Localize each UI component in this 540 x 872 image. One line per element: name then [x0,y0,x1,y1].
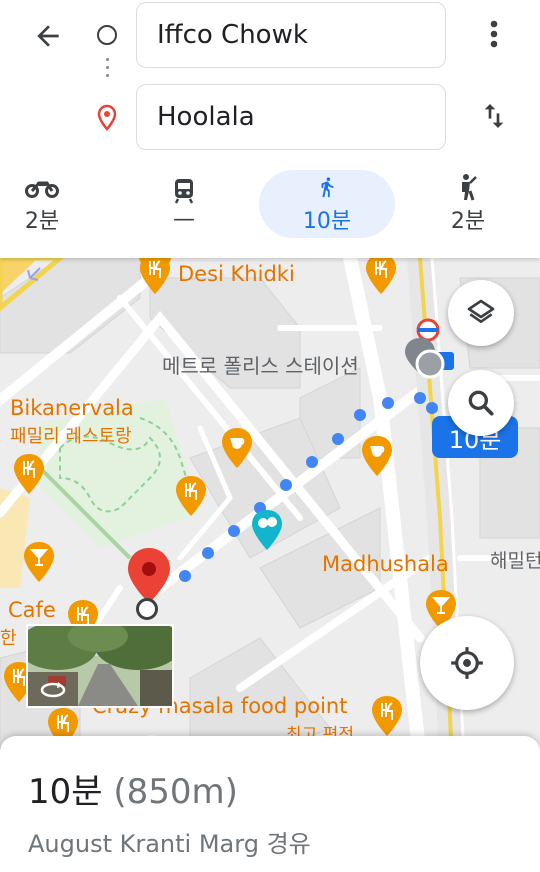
route-via: August Kranti Marg 경유 [28,830,311,858]
poi-label-desi-khidki[interactable]: Desi Khidki [178,262,295,286]
arrow-left-icon [37,25,59,47]
restaurant-marker[interactable] [370,694,404,738]
destination-input[interactable]: Hoolala [136,84,446,150]
route-summary-sheet[interactable]: 10분 (850m) August Kranti Marg 경유 [0,736,540,872]
mode-ride-label: 2분 [450,209,486,234]
poi-label-han: 한 [0,628,17,649]
layers-icon [467,299,495,323]
mode-walk-label: 10분 [302,209,352,234]
mode-transit-label: — [173,206,195,232]
street-view-thumbnail[interactable] [26,624,174,708]
mode-ride[interactable]: 2분 [400,170,536,238]
route-connector [106,58,109,88]
circle-outline-icon [97,25,117,45]
bar-marker[interactable] [22,540,56,584]
entertainment-marker[interactable] [250,508,284,552]
poi-label-metro-police[interactable]: 메트로 폴리스 스테이션 [162,350,359,379]
location-pin-icon [95,104,119,132]
ride-hail-icon [462,174,477,201]
layers-button[interactable] [448,280,514,346]
travel-mode-tabs: 2분 — 10분 2분 [0,164,540,244]
cafe-marker[interactable] [360,434,394,478]
walk-icon [321,177,334,198]
mode-motorcycle[interactable]: 2분 [0,170,110,238]
route-duration: 10분 [28,772,103,812]
directions-header: Iffco Chowk Hoolala 2분 — 10분 2분 [0,0,540,258]
back-button[interactable] [28,16,68,56]
my-location-icon [451,647,483,679]
poi-label-haemil[interactable]: 해밀턴 [490,546,540,573]
mode-motorcycle-label: 2분 [24,209,60,234]
route-duration-line: 10분 (850m) [28,764,238,813]
map-view[interactable]: Desi Khidki 메트로 폴리스 스테이션 Bikanervala 패밀리… [0,258,540,758]
more-options-button[interactable] [478,14,510,54]
search-along-route-button[interactable] [448,370,514,436]
poi-label-madhushala[interactable]: Madhushala [322,552,449,576]
more-vert-icon [490,20,498,48]
poi-label-cafe[interactable]: Cafe [8,598,56,622]
train-icon [174,178,194,204]
swap-vert-icon [484,104,504,128]
restaurant-marker[interactable] [12,452,46,496]
motorcycle-icon [25,181,59,198]
restaurant-marker[interactable] [364,258,398,296]
swap-button[interactable] [474,94,514,138]
origin-marker[interactable] [402,336,446,386]
restaurant-marker[interactable] [174,474,208,518]
search-icon [468,390,494,416]
my-location-button[interactable] [420,616,514,710]
route-distance: (850m) [113,772,238,812]
poi-label-family-restaurant: 패밀리 레스토랑 [10,426,132,447]
poi-label-bikanervala[interactable]: Bikanervala [10,396,134,420]
rotate-360-icon [40,682,66,698]
mode-transit[interactable]: — [116,170,252,238]
destination-point [136,598,158,620]
origin-input[interactable]: Iffco Chowk [136,2,446,68]
mode-walk[interactable]: 10분 [259,170,395,238]
cafe-marker[interactable] [220,426,254,470]
restaurant-marker[interactable] [138,258,172,296]
